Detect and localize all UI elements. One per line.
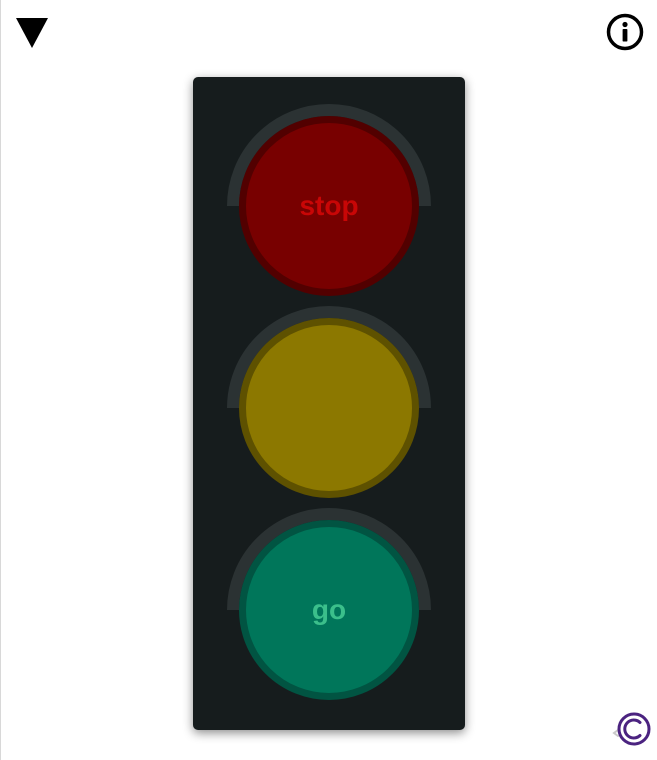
- copyright-icon: [612, 712, 651, 746]
- info-circle-icon: [606, 13, 644, 51]
- green-light-slot: go: [227, 508, 431, 708]
- page-left-border: [0, 0, 1, 760]
- red-light[interactable]: stop: [239, 116, 419, 296]
- red-light-label: stop: [299, 190, 359, 221]
- copyright-button[interactable]: [610, 710, 654, 748]
- amber-light[interactable]: [239, 318, 419, 498]
- green-light-label: go: [311, 594, 347, 625]
- red-light-slot: stop: [227, 104, 431, 304]
- menu-toggle-button[interactable]: [14, 16, 50, 50]
- green-light[interactable]: go: [239, 520, 419, 700]
- traffic-light-housing: stop go: [193, 77, 465, 730]
- triangle-down-icon: [16, 18, 48, 48]
- amber-light-slot: [227, 306, 431, 506]
- info-button[interactable]: [605, 12, 645, 52]
